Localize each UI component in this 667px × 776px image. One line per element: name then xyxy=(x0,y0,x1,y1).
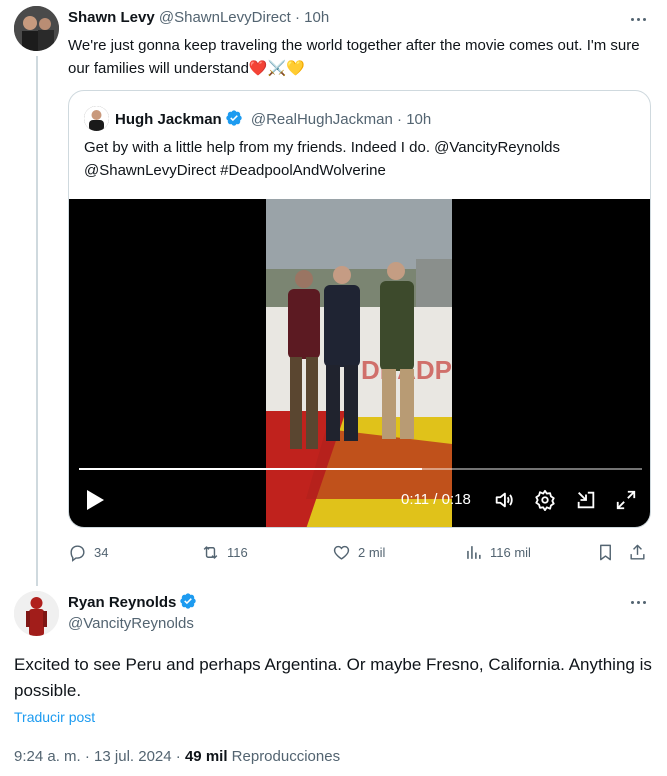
like-icon xyxy=(333,545,350,560)
video-progress-bar[interactable] xyxy=(79,468,642,470)
fullscreen-icon[interactable] xyxy=(615,489,637,511)
video-duration: 0:18 xyxy=(441,491,471,508)
bookmark-icon xyxy=(600,544,611,560)
video-player[interactable]: DEADPOOL xyxy=(69,199,650,527)
separator-dot: · xyxy=(295,9,300,26)
views-icon xyxy=(467,545,481,559)
author-handle[interactable]: @ShawnLevyDirect xyxy=(159,9,291,26)
video-time: 0:11 / 0:18 xyxy=(401,491,471,509)
author-name-row: Ryan Reynolds xyxy=(68,592,197,612)
avatar-shawn-levy[interactable] xyxy=(14,6,59,51)
reply-count: 34 xyxy=(94,544,109,560)
quote-author-handle[interactable]: @RealHughJackman xyxy=(251,111,393,128)
volume-icon[interactable] xyxy=(493,489,515,511)
repost-button[interactable]: 116 xyxy=(201,540,248,564)
share-button[interactable] xyxy=(628,540,654,564)
reply-icon xyxy=(70,544,85,562)
video-frame: DEADPOOL xyxy=(266,199,452,527)
avatar-hugh-jackman xyxy=(84,106,109,131)
share-icon xyxy=(630,544,645,560)
repost-icon xyxy=(203,545,218,559)
author-name[interactable]: Shawn Levy xyxy=(68,9,155,26)
tweet-header: Shawn Levy @ShawnLevyDirect · 10h xyxy=(68,9,329,27)
quote-text: Get by with a little help from my friend… xyxy=(84,139,561,179)
verified-badge-icon xyxy=(226,110,242,126)
bookmark-button[interactable] xyxy=(596,540,622,564)
like-count: 2 mil xyxy=(358,544,386,560)
tweet-actions: 34 116 2 mil 116 mil xyxy=(68,540,653,564)
tweet-meta: 9:24 a. m. · 13 jul. 2024 · 49 mil Repro… xyxy=(14,748,340,766)
settings-icon[interactable] xyxy=(534,489,556,511)
quote-timestamp[interactable]: 10h xyxy=(406,111,431,128)
translate-link[interactable]: Traducir post xyxy=(14,709,95,725)
post-date[interactable]: 13 jul. 2024 xyxy=(94,748,172,765)
separator-dot: · xyxy=(84,748,90,765)
tweet-text: We're just gonna keep traveling the worl… xyxy=(68,37,640,77)
repost-count: 116 xyxy=(227,544,248,560)
views-button[interactable]: 116 mil xyxy=(464,540,531,564)
dock-icon[interactable] xyxy=(575,489,597,511)
video-current-time: 0:11 xyxy=(401,491,430,508)
views-count: 49 mil xyxy=(184,748,228,765)
quote-author-name[interactable]: Hugh Jackman xyxy=(115,111,222,128)
thread-connector-line xyxy=(36,56,38,586)
play-icon[interactable] xyxy=(85,489,105,511)
post-time[interactable]: 9:24 a. m. xyxy=(14,748,81,765)
reply-button[interactable]: 34 xyxy=(68,540,108,564)
more-icon[interactable] xyxy=(628,9,650,29)
author-name[interactable]: Ryan Reynolds xyxy=(68,594,176,611)
video-progress-fill xyxy=(79,468,423,470)
quote-header: Hugh Jackman @RealHughJackman · 10h xyxy=(115,109,431,129)
separator-dot: · xyxy=(397,111,403,128)
tweet-text: Excited to see Peru and perhaps Argentin… xyxy=(14,655,652,700)
separator-dot: · xyxy=(175,748,181,765)
quoted-tweet-card[interactable]: Hugh Jackman @RealHughJackman · 10h Get … xyxy=(68,90,651,528)
timestamp[interactable]: 10h xyxy=(304,9,329,26)
verified-badge-icon xyxy=(180,593,197,609)
views-label: Reproducciones xyxy=(231,748,341,765)
video-time-divider: / xyxy=(433,491,438,508)
like-button[interactable]: 2 mil xyxy=(332,540,385,564)
views-count: 116 mil xyxy=(490,544,531,560)
more-icon[interactable] xyxy=(628,592,650,612)
author-handle[interactable]: @VancityReynolds xyxy=(68,615,194,633)
avatar-ryan-reynolds[interactable] xyxy=(14,591,59,636)
